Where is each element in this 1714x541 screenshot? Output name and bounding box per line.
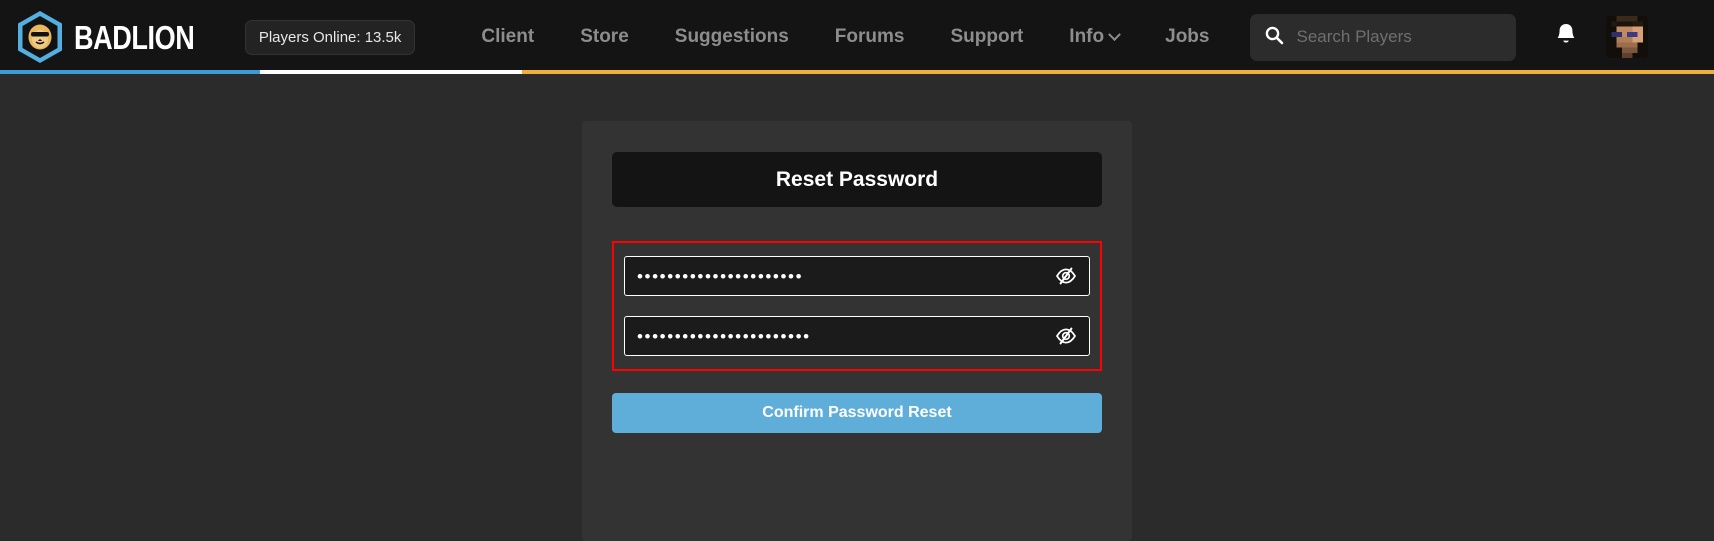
main-content: Reset Password •••••••••••••••••••••• ••… bbox=[0, 74, 1714, 541]
nav-label: Store bbox=[580, 26, 629, 47]
confirm-password-field[interactable]: ••••••••••••••••••••••• bbox=[624, 316, 1090, 356]
search-input[interactable] bbox=[1296, 27, 1503, 47]
reset-password-card: Reset Password •••••••••••••••••••••• ••… bbox=[582, 121, 1132, 541]
site-header: BADLION Players Online: 13.5k Client Sto… bbox=[0, 0, 1714, 74]
players-online-badge: Players Online: 13.5k bbox=[244, 19, 416, 55]
header-accent-bar bbox=[0, 70, 1714, 74]
eye-slash-icon[interactable] bbox=[1054, 324, 1078, 348]
card-title-bar: Reset Password bbox=[612, 152, 1102, 207]
search-icon bbox=[1264, 25, 1284, 50]
password-fields-highlight-group: •••••••••••••••••••••• •••••••••••••••••… bbox=[612, 241, 1102, 371]
nav-label: Jobs bbox=[1165, 26, 1210, 47]
nav-item-client[interactable]: Client bbox=[481, 26, 534, 48]
page-title: Reset Password bbox=[775, 167, 939, 191]
nav-label: Support bbox=[950, 26, 1024, 47]
accent-segment-white bbox=[260, 70, 522, 74]
confirm-password-reset-button[interactable]: Confirm Password Reset bbox=[612, 393, 1102, 433]
user-avatar[interactable] bbox=[1606, 16, 1649, 58]
nav-label: Client bbox=[481, 26, 535, 47]
brand-logo-link[interactable]: BADLION bbox=[16, 10, 221, 64]
chevron-down-icon bbox=[1108, 27, 1121, 41]
eye-slash-icon[interactable] bbox=[1054, 264, 1078, 288]
nav-label: Info bbox=[1069, 26, 1105, 47]
nav-item-suggestions[interactable]: Suggestions bbox=[675, 26, 789, 48]
nav-item-forums[interactable]: Forums bbox=[835, 26, 905, 48]
nav-label: Forums bbox=[834, 26, 905, 47]
accent-segment-gold bbox=[522, 70, 1714, 74]
new-password-field[interactable]: •••••••••••••••••••••• bbox=[624, 256, 1090, 296]
bell-icon[interactable] bbox=[1554, 22, 1578, 53]
accent-segment-blue bbox=[0, 70, 260, 74]
nav-label: Suggestions bbox=[674, 26, 789, 47]
brand-wordmark: BADLION bbox=[74, 18, 195, 56]
nav-item-store[interactable]: Store bbox=[580, 26, 629, 48]
lion-hexagon-logo-icon bbox=[16, 10, 64, 64]
nav-item-jobs[interactable]: Jobs bbox=[1165, 26, 1209, 48]
new-password-value: •••••••••••••••••••••• bbox=[637, 267, 804, 285]
search-box[interactable] bbox=[1250, 13, 1517, 61]
main-navigation: Client Store Suggestions Forums Support … bbox=[481, 26, 1209, 48]
nav-item-info[interactable]: Info bbox=[1069, 26, 1121, 48]
confirm-password-value: ••••••••••••••••••••••• bbox=[637, 327, 811, 345]
header-right-actions bbox=[1554, 16, 1649, 58]
nav-item-support[interactable]: Support bbox=[950, 26, 1023, 48]
